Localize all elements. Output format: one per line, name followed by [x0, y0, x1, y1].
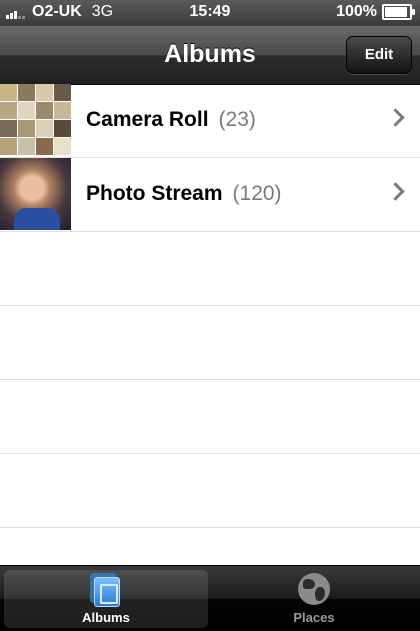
tab-label: Albums [82, 610, 130, 625]
status-bar: O2-UK 3G 15:49 100% [0, 0, 420, 26]
thumbnail-tile [36, 138, 53, 155]
globe-icon [298, 573, 330, 605]
photo-stream-thumbnail [0, 158, 71, 230]
album-row-camera-roll[interactable]: Camera Roll (23) [0, 84, 420, 158]
thumbnail-tile [54, 120, 71, 137]
album-name: Camera Roll [86, 108, 209, 131]
tab-label: Places [293, 610, 335, 625]
navigation-bar: Albums Edit [0, 26, 420, 85]
thumbnail-tile [0, 102, 17, 119]
thumbnail-tile [0, 120, 17, 137]
thumbnail-tile [54, 84, 71, 101]
status-right: 100% [336, 3, 415, 21]
album-label: Camera Roll (23) [86, 108, 256, 132]
thumbnail-tile [36, 120, 53, 137]
edit-button[interactable]: Edit [346, 36, 412, 74]
thumbnail-tile [54, 138, 71, 155]
thumbnail-tile [0, 138, 17, 155]
tab-places[interactable]: Places [212, 570, 416, 628]
thumbnail-tile [18, 138, 35, 155]
albums-icon [90, 573, 120, 607]
empty-row [0, 454, 420, 528]
thumbnail-tile [54, 102, 71, 119]
thumbnail-tile [0, 84, 17, 101]
chevron-right-icon [386, 108, 405, 127]
chevron-right-icon [386, 182, 405, 201]
battery-icon [382, 4, 415, 20]
thumbnail-tile [36, 84, 53, 101]
tab-bar: Albums Places [0, 565, 420, 631]
album-name: Photo Stream [86, 182, 223, 205]
empty-row [0, 306, 420, 380]
thumbnail-tile [18, 102, 35, 119]
tab-albums[interactable]: Albums [4, 570, 208, 628]
thumbnail-tile [18, 120, 35, 137]
album-count: (120) [232, 182, 282, 205]
album-count: (23) [218, 108, 256, 131]
thumbnail-tile [18, 84, 35, 101]
photo-grid-thumbnail [0, 84, 71, 156]
camera-roll-thumbnail [0, 84, 71, 156]
thumbnail-tile [36, 102, 53, 119]
album-row-photo-stream[interactable]: Photo Stream (120) [0, 158, 420, 232]
battery-percent: 100% [336, 3, 377, 20]
empty-row [0, 380, 420, 454]
battery-fill [385, 7, 407, 17]
child-photo-image [0, 158, 71, 230]
album-list: Camera Roll (23) Photo Stream (120) [0, 84, 420, 528]
album-label: Photo Stream (120) [86, 182, 282, 206]
empty-row [0, 232, 420, 306]
